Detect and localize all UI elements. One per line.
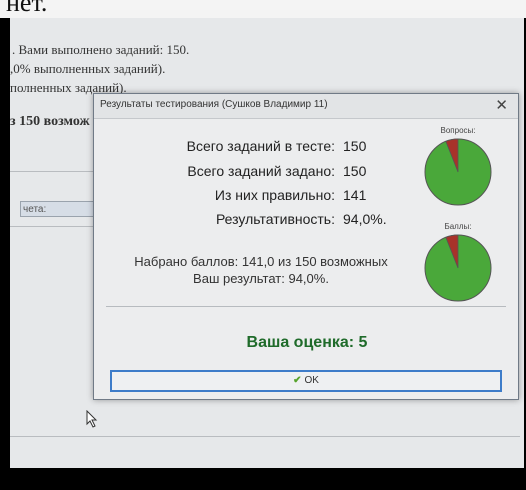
bg-line-percent: ,0% выполненных заданий).: [10, 61, 166, 76]
stat-value: 94,0%.: [343, 211, 387, 227]
bg-line-completed: . Вами выполнено заданий: 150.: [12, 42, 190, 57]
stat-label: Всего заданий в тесте:: [186, 138, 335, 154]
stat-value: 150: [343, 163, 367, 179]
stat-value: 150: [343, 138, 367, 154]
ok-label: OK: [304, 375, 319, 386]
bg-line-possible: з 150 возмож: [10, 114, 90, 129]
check-icon: ✔: [293, 375, 302, 386]
dialog-titlebar: Результаты тестирования (Сушков Владимир…: [94, 94, 518, 119]
results-dialog: Результаты тестирования (Сушков Владимир…: [93, 93, 519, 400]
questions-pie-chart: [424, 138, 492, 206]
divider: [106, 306, 506, 307]
bg-divider: [10, 171, 94, 172]
bg-divider: [10, 436, 520, 437]
pie-label-questions: Вопросы:: [440, 126, 476, 135]
stat-label: Всего заданий задано:: [187, 163, 335, 179]
dialog-title: Результаты тестирования (Сушков Владимир…: [100, 99, 328, 110]
stat-value: 141: [343, 187, 367, 203]
grade-label: Ваша оценка: 5: [246, 334, 368, 351]
bg-divider: [10, 226, 94, 227]
top-strip: нет.: [0, 0, 526, 18]
stat-label: Из них правильно:: [214, 187, 335, 203]
scores-pie-chart: [424, 234, 492, 302]
score-result: Ваш результат: 94,0%.: [193, 271, 329, 286]
close-button[interactable]: ✕: [495, 96, 508, 114]
score-total: Набрано баллов: 141,0 из 150 возможных: [134, 254, 388, 269]
top-text: нет.: [6, 0, 48, 17]
mouse-cursor-icon: [86, 410, 98, 428]
pie-label-scores: Баллы:: [444, 222, 472, 231]
ok-button[interactable]: ✔ OK: [110, 370, 502, 392]
stat-label: Результативность:: [215, 211, 335, 227]
